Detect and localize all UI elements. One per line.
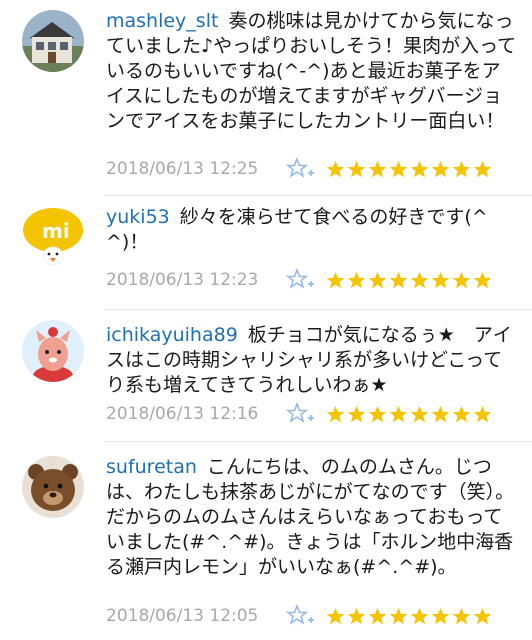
star-icon	[431, 405, 450, 422]
rating-stars	[326, 607, 494, 626]
rating-stars	[326, 271, 494, 290]
star-icon	[326, 607, 345, 624]
avatar-character[interactable]	[22, 320, 84, 382]
character-avatar-icon	[22, 320, 84, 382]
comment-item: sufuretan こんにちは、のムのムさん。じつは、わたしも抹茶あじがにがてなの…	[0, 442, 532, 640]
star-icon	[431, 271, 450, 288]
add-favorite-star-plus-icon[interactable]	[286, 402, 316, 426]
comment-item: mi yuki53 紗々を凍らせて食べるの好きです(^^)！ 2018/06/13…	[0, 196, 532, 310]
comment-text: yuki53 紗々を凍らせて食べるの好きです(^^)！	[106, 205, 518, 255]
star-icon	[452, 160, 471, 177]
star-icon	[473, 271, 492, 288]
star-icon	[326, 271, 345, 288]
star-icon	[410, 405, 429, 422]
comment-meta: 2018/06/13 12:05	[106, 603, 494, 629]
star-icon	[410, 271, 429, 288]
add-favorite-star-plus-icon[interactable]	[286, 157, 316, 181]
star-icon	[347, 405, 366, 422]
avatar-bear[interactable]	[22, 456, 84, 518]
star-icon	[431, 607, 450, 624]
avatar-mi-duck[interactable]: mi	[22, 206, 84, 268]
star-icon	[368, 160, 387, 177]
comment-text: ichikayuiha89 板チョコが気になるぅ★ アイスはこの時期シャリシャリ系…	[106, 323, 518, 398]
bear-avatar-icon	[22, 456, 84, 518]
duck-avatar-icon: mi	[22, 206, 84, 268]
star-icon	[347, 607, 366, 624]
rating-stars	[326, 160, 494, 179]
comment-username[interactable]: yuki53	[106, 206, 170, 228]
comment-meta: 2018/06/13 12:16	[106, 401, 494, 427]
star-icon	[473, 160, 492, 177]
star-icon	[389, 271, 408, 288]
rating-stars	[326, 405, 494, 424]
star-icon	[473, 405, 492, 422]
svg-text:mi: mi	[42, 219, 70, 243]
star-icon	[389, 405, 408, 422]
star-icon	[452, 607, 471, 624]
star-icon	[389, 607, 408, 624]
comment-item: mashley_slt 奏の桃味は見かけてから気になっていました♪やっぱりおいしそ…	[0, 0, 532, 196]
star-icon	[368, 405, 387, 422]
star-icon	[347, 271, 366, 288]
comment-text: mashley_slt 奏の桃味は見かけてから気になっていました♪やっぱりおいしそ…	[106, 9, 518, 134]
comment-meta: 2018/06/13 12:25	[106, 156, 494, 182]
comment-username[interactable]: ichikayuiha89	[106, 324, 238, 346]
avatar-house[interactable]	[22, 10, 84, 72]
comment-item: ichikayuiha89 板チョコが気になるぅ★ アイスはこの時期シャリシャリ系…	[0, 310, 532, 442]
star-icon	[452, 405, 471, 422]
star-icon	[431, 160, 450, 177]
comment-timestamp: 2018/06/13 12:05	[106, 606, 259, 626]
comment-timestamp: 2018/06/13 12:16	[106, 404, 259, 424]
comment-username[interactable]: sufuretan	[106, 456, 197, 478]
star-icon	[347, 160, 366, 177]
star-icon	[389, 160, 408, 177]
star-icon	[368, 271, 387, 288]
star-icon	[326, 160, 345, 177]
star-icon	[410, 160, 429, 177]
star-icon	[368, 607, 387, 624]
star-icon	[326, 405, 345, 422]
comment-text: sufuretan こんにちは、のムのムさん。じつは、わたしも抹茶あじがにがてなの…	[106, 455, 518, 580]
star-icon	[410, 607, 429, 624]
add-favorite-star-plus-icon[interactable]	[286, 604, 316, 628]
house-avatar-icon	[22, 10, 84, 72]
star-icon	[473, 607, 492, 624]
comment-username[interactable]: mashley_slt	[106, 10, 218, 32]
comment-meta: 2018/06/13 12:23	[106, 267, 494, 293]
comment-timestamp: 2018/06/13 12:23	[106, 270, 259, 290]
comment-timestamp: 2018/06/13 12:25	[106, 159, 259, 179]
add-favorite-star-plus-icon[interactable]	[286, 268, 316, 292]
star-icon	[452, 271, 471, 288]
